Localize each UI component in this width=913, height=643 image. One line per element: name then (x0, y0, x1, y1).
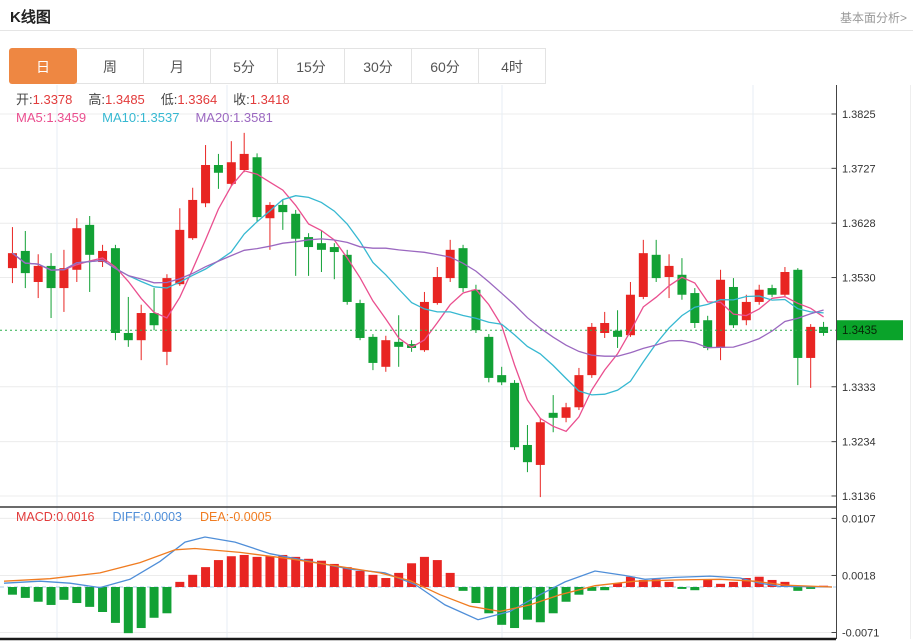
current-price-badge-label: 1.3435 (842, 325, 877, 337)
ma20-line (12, 238, 824, 357)
macd-info-row: MACD:0.0016 DIFF:0.0003 DEA:-0.0005 (16, 510, 290, 524)
info-label: MA5: (16, 110, 47, 125)
page-title: K线图 (10, 9, 51, 26)
ohlcrow-item: 收:1.3418 (233, 92, 289, 107)
tab-7-4时[interactable]: 4时 (478, 48, 546, 84)
info-value: 1.3378 (32, 92, 73, 107)
price-axis: 1.3825 1.3727 1.3628 1.3530 1.3333 1.3234 1.31… (831, 85, 879, 640)
ohlc-info-row: 开:1.3378 高:1.3485 低:1.3364 收:1.3418 (16, 89, 306, 108)
axis-tick-label: 1.3628 (842, 218, 876, 230)
axis-tick-label: 1.3333 (842, 382, 876, 394)
marow-item: MA20:1.3581 (195, 110, 272, 125)
info-value: 1.3418 (249, 92, 290, 107)
ma5-line (12, 170, 824, 433)
info-label: MACD: (16, 510, 57, 524)
macdrow-item: DIFF:0.0003 (113, 510, 182, 524)
axis-tick-label: 1.3727 (842, 163, 876, 175)
kline-page: 1.3825 1.3727 1.3628 1.3530 1.3333 1.3234 1.31… (0, 0, 913, 643)
info-value: 0.0016 (56, 510, 95, 524)
candles-layer (7, 132, 829, 498)
info-value: 1.3537 (139, 110, 180, 125)
info-value: 1.3364 (177, 92, 218, 107)
tab-4-15分[interactable]: 15分 (277, 48, 345, 84)
info-label: DIFF: (112, 510, 144, 524)
info-label: MA10: (102, 110, 140, 125)
tab-0-日[interactable]: 日 (9, 48, 77, 84)
info-value: 1.3581 (233, 110, 273, 125)
info-label: 低: (160, 92, 178, 107)
ohlcrow-item: 高:1.3485 (88, 92, 144, 107)
marow-item: MA5:1.3459 (16, 110, 86, 125)
macd-histogram-layer (7, 554, 829, 634)
info-value: -0.0005 (229, 510, 272, 524)
tab-6-60分[interactable]: 60分 (411, 48, 479, 84)
info-value: 0.0003 (143, 510, 182, 524)
ohlcrow-item: 开:1.3378 (16, 92, 72, 107)
info-label: 开: (16, 92, 33, 107)
ohlcrow-item: 低:1.3364 (161, 92, 217, 107)
page-header: K线图 基本面分析> (0, 0, 913, 31)
macdrow-item: MACD:0.0016 (16, 510, 95, 524)
info-label: 高: (88, 92, 106, 107)
tab-2-月[interactable]: 月 (143, 48, 211, 84)
info-label: MA20: (195, 110, 234, 125)
axis-tick-label: 1.3234 (842, 437, 876, 449)
info-value: 1.3459 (46, 110, 87, 125)
tab-1-周[interactable]: 周 (76, 48, 144, 84)
tab-3-5分[interactable]: 5分 (210, 48, 278, 84)
marow-item: MA10:1.3537 (102, 110, 179, 125)
interval-tabs: 日周月 5分 15分 30分 60分 4时 (9, 48, 546, 84)
axis-tick-label: 1.3530 (842, 273, 876, 285)
ma-info-row: MA5:1.3459 MA10:1.3537 MA20:1.3581 (16, 110, 289, 125)
ma-lines-layer (12, 170, 824, 433)
info-label: 收: (233, 92, 250, 107)
info-value: 1.3485 (105, 92, 145, 107)
axis-tick-label: -0.0071 (842, 628, 879, 640)
info-label: DEA: (200, 510, 230, 524)
axis-tick-label: 0.0018 (842, 570, 876, 582)
ma10-line (12, 195, 824, 396)
fundamental-analysis-link[interactable]: 基本面分析> (840, 9, 907, 26)
axis-tick-label: 1.3136 (842, 491, 876, 503)
current-price-badge: 1.3435 (837, 320, 903, 341)
macdrow-item: DEA:-0.0005 (200, 510, 272, 524)
axis-tick-label: 1.3825 (842, 109, 876, 121)
tab-5-30分[interactable]: 30分 (344, 48, 412, 84)
grid-layer (0, 85, 836, 639)
axis-tick-label: 0.0107 (842, 513, 876, 525)
